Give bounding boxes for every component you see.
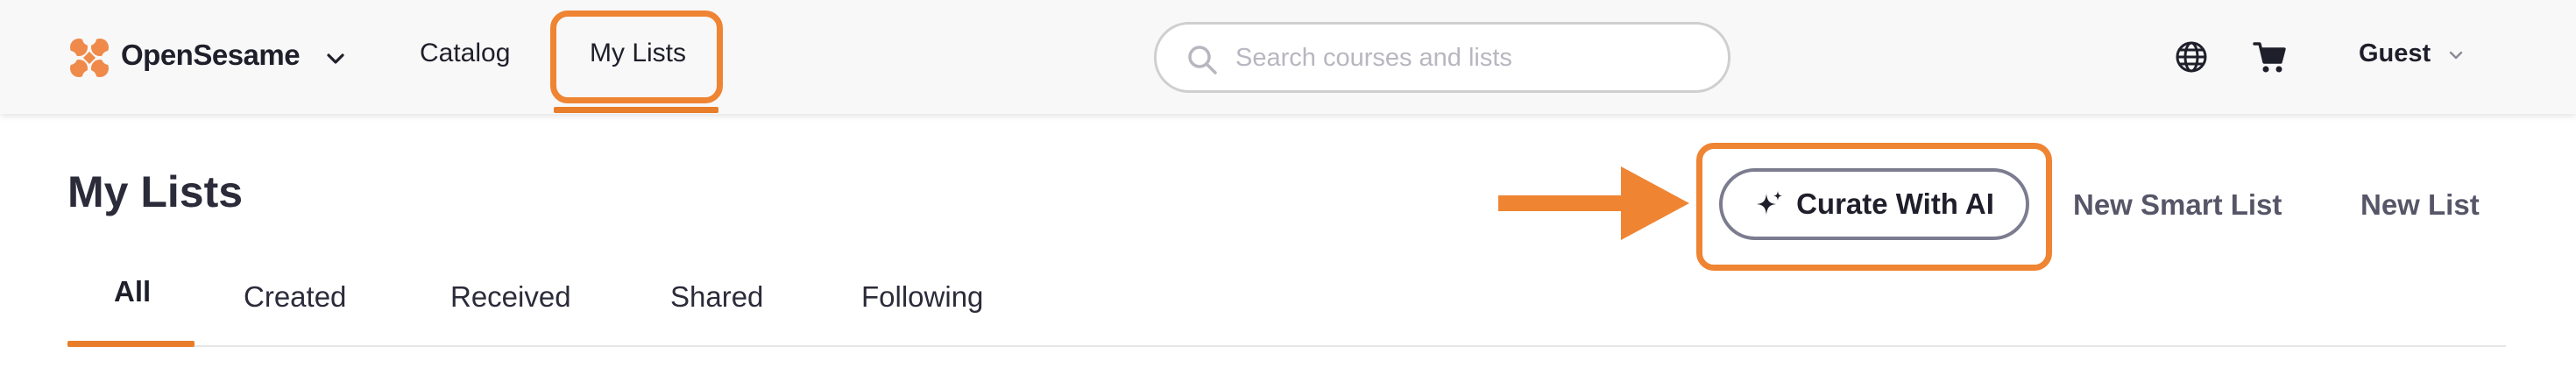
globe-icon[interactable] — [2173, 39, 2210, 75]
tab-shared[interactable]: Shared — [670, 280, 763, 314]
tab-created[interactable]: Created — [244, 280, 346, 314]
curate-with-ai-button[interactable]: Curate With AI — [1719, 168, 2029, 240]
new-smart-list-button[interactable]: New Smart List — [2073, 188, 2282, 222]
my-lists-highlight-box — [550, 11, 723, 103]
search-bar — [1154, 22, 1730, 93]
search-icon — [1188, 46, 1217, 74]
search-input[interactable] — [1235, 37, 1709, 79]
tab-following[interactable]: Following — [861, 280, 983, 314]
tabs-divider — [67, 345, 2506, 347]
tab-received[interactable]: Received — [450, 280, 571, 314]
cart-icon[interactable] — [2252, 39, 2289, 75]
brand-name[interactable]: OpenSesame — [121, 39, 301, 72]
arrow-right-icon — [1498, 166, 1689, 240]
new-list-button[interactable]: New List — [2360, 188, 2480, 222]
chevron-down-icon[interactable] — [322, 46, 349, 72]
opensesame-logo-icon[interactable] — [67, 35, 112, 81]
active-tab-indicator — [67, 341, 195, 347]
user-menu-name[interactable]: Guest — [2359, 39, 2431, 68]
page-title: My Lists — [67, 167, 244, 216]
nav-catalog-link[interactable]: Catalog — [420, 39, 510, 68]
sparkle-icon — [1757, 191, 1783, 215]
chevron-down-icon[interactable] — [2445, 44, 2467, 67]
top-navigation-bar: OpenSesame Catalog My Lists Guest — [0, 0, 2576, 114]
active-nav-indicator — [554, 107, 718, 113]
tab-all[interactable]: All — [114, 275, 151, 308]
curate-button-label: Curate With AI — [1796, 187, 1994, 220]
